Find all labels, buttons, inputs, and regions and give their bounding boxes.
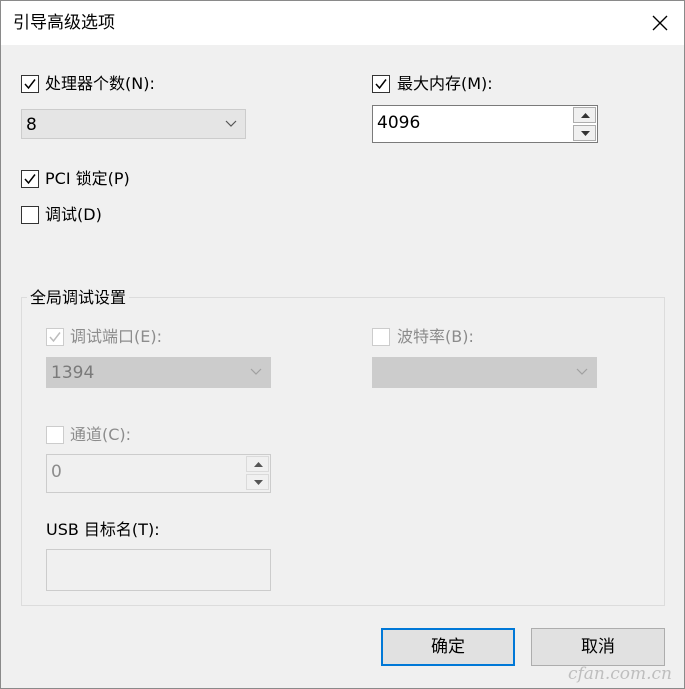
pci-lock-checkbox[interactable]	[21, 170, 39, 188]
channel-checkbox[interactable]	[46, 426, 64, 444]
channel-stepper[interactable]: 0	[46, 454, 271, 493]
processors-value: 8	[26, 115, 37, 135]
close-icon	[652, 15, 668, 31]
baud-rate-checkbox[interactable]	[372, 328, 390, 346]
checkmark-icon	[375, 79, 387, 90]
checkmark-icon	[24, 79, 36, 90]
chevron-down-icon	[576, 368, 588, 375]
processors-checkbox[interactable]	[21, 75, 39, 93]
baud-rate-label: 波特率(B):	[397, 327, 474, 346]
channel-label: 通道(C):	[70, 425, 132, 444]
ok-button[interactable]: 确定	[381, 628, 515, 666]
debug-port-checkbox[interactable]	[46, 328, 64, 346]
spin-down-button[interactable]	[246, 474, 269, 490]
triangle-down-icon	[254, 480, 263, 485]
max-memory-checkbox[interactable]	[372, 75, 390, 93]
processors-label: 处理器个数(N):	[45, 74, 155, 93]
debug-label: 调试(D)	[45, 205, 102, 224]
chevron-down-icon	[225, 120, 237, 127]
window-title: 引导高级选项	[13, 13, 115, 33]
checkmark-icon	[49, 332, 61, 343]
close-button[interactable]	[646, 9, 674, 37]
chevron-down-icon	[250, 368, 262, 375]
channel-value: 0	[51, 462, 62, 482]
watermark-logo: cfan.com.cn	[567, 664, 672, 684]
spin-up-button[interactable]	[246, 456, 269, 472]
boot-advanced-options-dialog: 引导高级选项 处理器个数(N): 8 最大内存(M): 4096 PCI 锁定(…	[0, 0, 685, 689]
triangle-up-icon	[581, 113, 590, 118]
pci-lock-label: PCI 锁定(P)	[45, 169, 130, 188]
checkmark-icon	[24, 174, 36, 185]
triangle-down-icon	[581, 131, 590, 136]
spin-up-button[interactable]	[573, 107, 596, 123]
usb-target-input[interactable]	[46, 549, 271, 591]
max-memory-stepper[interactable]: 4096	[372, 105, 598, 143]
max-memory-label: 最大内存(M):	[397, 74, 493, 93]
debug-port-value: 1394	[51, 363, 95, 383]
usb-target-label: USB 目标名(T):	[46, 520, 160, 539]
processors-select[interactable]: 8	[21, 109, 246, 139]
triangle-up-icon	[254, 462, 263, 467]
cancel-button[interactable]: 取消	[531, 628, 665, 666]
debug-checkbox[interactable]	[21, 206, 39, 224]
debug-port-select[interactable]: 1394	[46, 357, 271, 388]
title-bar: 引导高级选项	[1, 1, 684, 45]
spin-down-button[interactable]	[573, 125, 596, 141]
global-debug-settings-title: 全局调试设置	[27, 288, 130, 308]
max-memory-value: 4096	[377, 113, 421, 133]
baud-rate-select[interactable]	[372, 357, 597, 388]
debug-port-label: 调试端口(E):	[70, 327, 162, 346]
